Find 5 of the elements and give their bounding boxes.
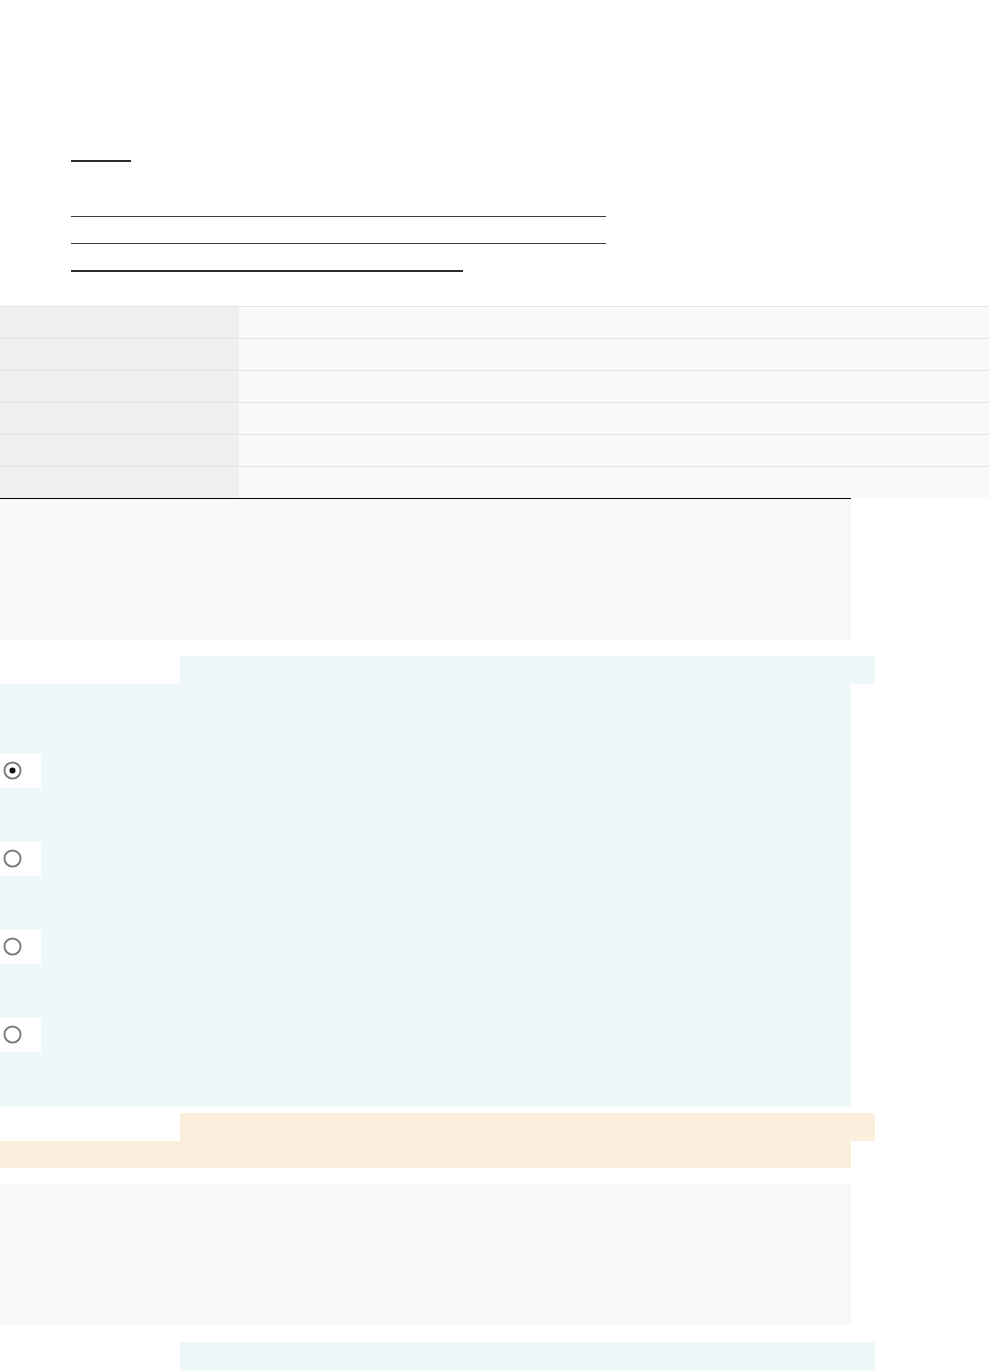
radio-button[interactable]: [3, 761, 22, 780]
radio-button[interactable]: [3, 1025, 22, 1044]
radio-button[interactable]: [3, 849, 22, 868]
underline: [71, 160, 131, 162]
radio-button[interactable]: [3, 937, 22, 956]
